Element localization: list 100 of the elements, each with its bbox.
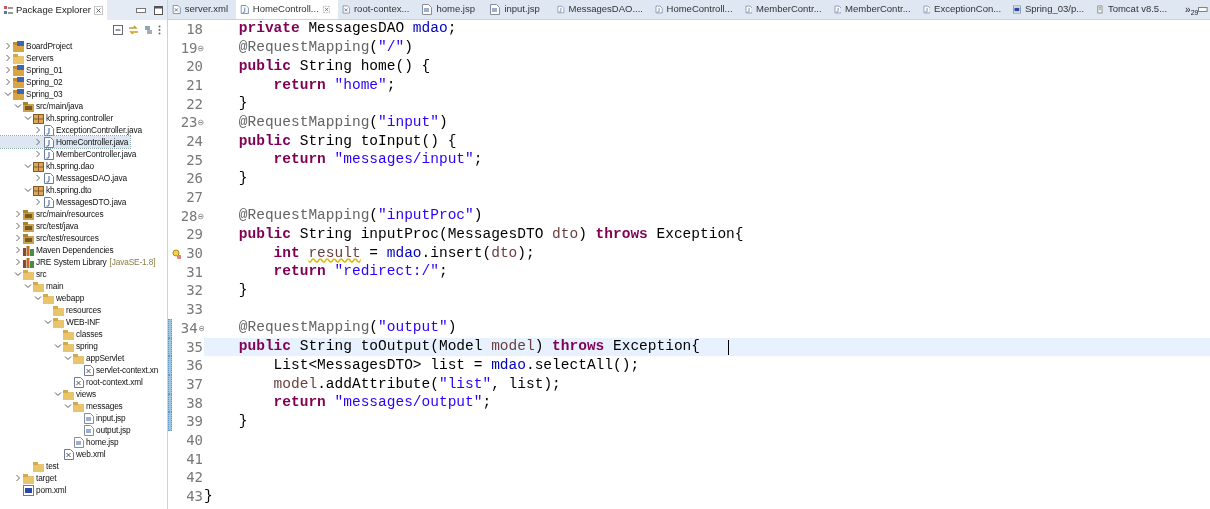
editor-tab[interactable]: MessagesDAO.... xyxy=(553,0,651,19)
tree-item[interactable]: src/main/java xyxy=(0,100,85,112)
tree-item[interactable]: BoardProject xyxy=(0,40,75,52)
editor-tab[interactable]: root-contex... xyxy=(337,0,418,19)
tree-item[interactable]: root-context.xml xyxy=(0,376,145,388)
code-line: } xyxy=(204,486,213,506)
tree-item[interactable]: kh.spring.controller xyxy=(0,112,116,124)
link-arrows-icon[interactable] xyxy=(128,25,139,35)
tree-item[interactable]: spring xyxy=(0,340,100,352)
item-label: JRE System Library xyxy=(36,256,107,268)
file-icon xyxy=(172,4,181,15)
tree-item[interactable]: MessagesDTO.java xyxy=(0,196,129,208)
tree-item[interactable]: src/main/resources xyxy=(0,208,106,220)
line-number: 37 xyxy=(185,374,203,394)
item-label: kh.spring.dao xyxy=(46,160,94,172)
tree-item[interactable]: Servers xyxy=(0,52,56,64)
tree-item[interactable]: ExceptionController.java xyxy=(0,124,144,136)
item-label: appServlet xyxy=(86,352,125,364)
tree-item[interactable]: src/test/java xyxy=(0,220,81,232)
tree-item[interactable]: kh.spring.dto xyxy=(0,184,94,196)
editor-tab[interactable]: HomeControll... xyxy=(651,0,741,19)
editor-tab[interactable]: MemberContr... xyxy=(829,0,919,19)
file-icon xyxy=(341,4,350,15)
line-number: 30 xyxy=(185,244,203,264)
editor-tab[interactable]: input.jsp xyxy=(485,0,554,19)
tree-item[interactable]: main xyxy=(0,280,66,292)
tree-item[interactable]: MemberController.java xyxy=(0,148,139,160)
item-label: src/test/java xyxy=(36,220,79,232)
server-icon xyxy=(1096,4,1104,15)
tree-item[interactable]: classes xyxy=(0,328,105,340)
line-number: 43 xyxy=(185,487,203,507)
tree-item[interactable]: home.jsp xyxy=(0,436,121,448)
tree-item[interactable]: web.xml xyxy=(0,448,108,460)
folder-icon xyxy=(53,304,64,316)
collapse-icon[interactable] xyxy=(198,324,204,332)
line-number: 31 xyxy=(185,262,203,282)
tree-item[interactable]: input.jsp xyxy=(0,412,128,424)
tree-item[interactable]: Maven Dependencies xyxy=(0,244,116,256)
tree-item[interactable]: Spring_03 xyxy=(0,88,65,100)
text-cursor xyxy=(728,339,729,355)
tree-item[interactable]: target xyxy=(0,472,59,484)
tree-item[interactable]: appServlet xyxy=(0,352,127,364)
tree-item[interactable]: views xyxy=(0,388,98,400)
tree-item[interactable]: HomeController.java xyxy=(0,136,131,148)
collapse-icon[interactable] xyxy=(198,44,204,52)
tree-item[interactable]: output.jsp xyxy=(0,424,133,436)
tree-item[interactable]: resources xyxy=(0,304,104,316)
code-line: @RequestMapping("output") xyxy=(237,318,457,338)
folder-icon xyxy=(73,352,84,364)
collapse-icon[interactable] xyxy=(198,119,204,127)
tree-item[interactable]: test xyxy=(0,460,61,472)
line-number: 25 xyxy=(185,150,203,170)
filter-icon[interactable] xyxy=(144,25,153,35)
editor-tab[interactable]: HomeControll... xyxy=(236,0,338,19)
code-line: List<MessagesDTO> list = mdao.selectAll(); xyxy=(272,355,640,375)
tree-item[interactable]: WEB-INF xyxy=(0,316,102,328)
close-icon[interactable] xyxy=(94,5,103,15)
tree-item[interactable]: MessagesDAO.java xyxy=(0,172,129,184)
line-number: 40 xyxy=(185,430,203,450)
tree-item[interactable]: webapp xyxy=(0,292,87,304)
file-icon xyxy=(83,424,94,436)
collapse-all-icon[interactable] xyxy=(113,25,123,35)
tree-item[interactable]: kh.spring.dao xyxy=(0,160,96,172)
tab-overflow-button[interactable]: »$_{29}$ xyxy=(1185,2,1199,17)
minimize-icon[interactable] xyxy=(1198,7,1208,12)
collapse-icon[interactable] xyxy=(198,212,204,220)
editor-tab[interactable]: ExceptionCon... xyxy=(918,0,1010,19)
code-line: return "messages/output"; xyxy=(272,393,492,413)
tree-item[interactable]: src/test/resources xyxy=(0,232,101,244)
editor-tab[interactable]: MemberContr... xyxy=(740,0,830,19)
tree-item[interactable]: Spring_02 xyxy=(0,76,65,88)
tree-item[interactable]: messages xyxy=(0,400,125,412)
editor-tab[interactable]: server.xml xyxy=(168,0,236,19)
maximize-icon[interactable] xyxy=(154,5,163,15)
close-icon[interactable] xyxy=(322,5,330,14)
editor-tab[interactable]: home.jsp xyxy=(417,0,486,19)
item-label: servlet-context.xn xyxy=(96,364,159,376)
line-number: 38 xyxy=(185,393,203,413)
minimize-icon[interactable] xyxy=(136,7,146,13)
box-icon xyxy=(33,160,44,172)
tree-item[interactable]: src xyxy=(0,268,49,280)
editor-tab[interactable]: Tomcat v8.5... xyxy=(1092,0,1176,19)
line-number: 18 xyxy=(185,19,203,39)
line-number: 39 xyxy=(185,412,203,432)
file-icon xyxy=(655,4,663,15)
file-icon xyxy=(43,148,54,160)
tree-item[interactable]: pom.xml xyxy=(0,484,69,496)
more-menu-icon[interactable] xyxy=(158,25,161,35)
tree-item[interactable]: JRE System Library [JavaSE-1.8] xyxy=(0,256,158,268)
item-label: resources xyxy=(66,304,102,316)
code-line: return "home"; xyxy=(272,75,396,95)
tree-item[interactable]: Spring_01 xyxy=(0,64,65,76)
tree-item[interactable]: servlet-context.xn xyxy=(0,364,161,376)
code-line: } xyxy=(237,168,248,188)
explorer-tab[interactable]: Package Explorer xyxy=(0,0,107,20)
editor-tab[interactable]: Spring_03/p... xyxy=(1009,0,1093,19)
item-label: kh.spring.dto xyxy=(46,184,92,196)
books-icon xyxy=(23,244,34,256)
item-label: Maven Dependencies xyxy=(36,244,114,256)
folder-icon xyxy=(23,268,34,280)
